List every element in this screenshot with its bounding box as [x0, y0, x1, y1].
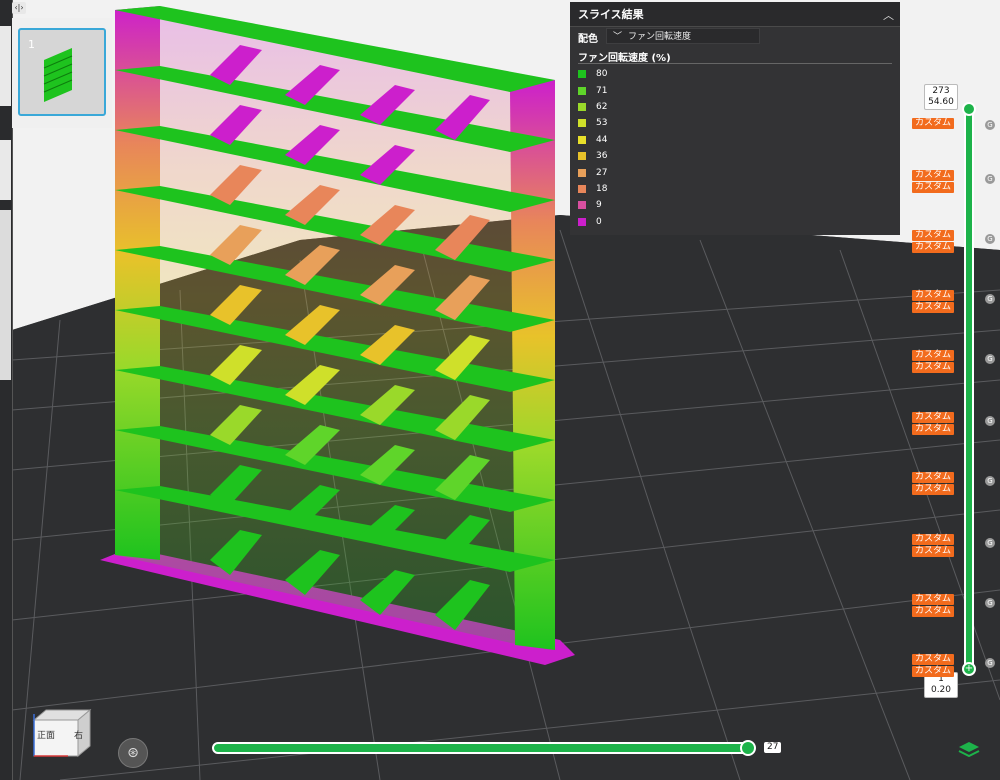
fan-speed-legend: 80 71 62 53 44 36 27 18 9 0	[578, 66, 607, 230]
legend-swatch	[578, 102, 586, 111]
legend-swatch	[578, 217, 586, 226]
legend-item: 62	[578, 99, 607, 115]
legend-item: 18	[578, 181, 607, 197]
gcode-badge-icon[interactable]: G	[985, 234, 995, 244]
camera-reset-icon[interactable]: ⊛	[118, 738, 148, 768]
layer-slider-bottom-handle[interactable]: +	[962, 662, 976, 676]
gcode-badge-icon[interactable]: G	[985, 416, 995, 426]
view-cube[interactable]: 正面 右	[28, 704, 96, 760]
color-scheme-label: 配色	[578, 34, 598, 45]
layer-slider-top-handle[interactable]	[962, 102, 976, 116]
bottom-layer-height: 0.20	[930, 685, 952, 695]
custom-gcode-tag[interactable]: カスタム	[912, 412, 955, 423]
legend-value: 36	[596, 151, 608, 162]
color-scheme-dropdown[interactable]: ﹀ ファン回転速度	[606, 28, 760, 44]
legend-value: 9	[596, 200, 602, 211]
legend-value: 80	[596, 69, 608, 80]
legend-swatch	[578, 70, 586, 79]
view-cube-front-label: 正面	[37, 731, 56, 741]
gcode-badge-icon[interactable]: G	[985, 174, 995, 184]
top-layer-number: 273	[932, 86, 950, 96]
custom-gcode-tag[interactable]: カスタム	[912, 290, 955, 301]
view-cube-right-label: 右	[74, 731, 84, 741]
custom-gcode-tag-group[interactable]: カスタム カスタム	[912, 594, 955, 617]
custom-gcode-tag-group[interactable]: カスタム カスタム	[912, 170, 955, 193]
move-slider-track[interactable]	[212, 742, 754, 754]
custom-gcode-tag-group[interactable]: カスタム カスタム	[912, 230, 955, 253]
legend-value: 62	[596, 101, 608, 112]
layers-icon[interactable]	[958, 740, 980, 760]
custom-gcode-tag[interactable]: カスタム	[912, 242, 955, 253]
custom-gcode-tag[interactable]: カスタム	[912, 534, 955, 545]
top-layer-readout: 273 54.60	[924, 84, 958, 110]
custom-gcode-tag[interactable]: カスタム	[912, 424, 955, 435]
custom-gcode-tag[interactable]: カスタム	[912, 118, 955, 129]
custom-gcode-tag[interactable]: カスタム	[912, 170, 955, 181]
legend-item: 36	[578, 148, 607, 164]
legend-divider	[578, 63, 892, 64]
panel-toggle-button[interactable]: ‹|›	[12, 2, 26, 14]
custom-gcode-tag-group[interactable]: カスタム カスタム	[912, 654, 955, 677]
model-left-pillar	[115, 6, 160, 560]
gcode-badge-icon[interactable]: G	[985, 294, 995, 304]
legend-title: ファン回転速度 (%)	[578, 53, 671, 64]
collapse-chevron-icon[interactable]: ︿	[883, 7, 894, 23]
plate-number: 1	[28, 38, 35, 51]
gcode-badge-icon[interactable]: G	[985, 658, 995, 668]
custom-gcode-tag-group[interactable]: カスタム カスタム	[912, 350, 955, 373]
legend-item: 27	[578, 164, 607, 180]
custom-gcode-tag-group[interactable]: カスタム カスタム	[912, 472, 955, 495]
layer-slider-track[interactable]	[964, 108, 974, 670]
custom-gcode-tag[interactable]: カスタム	[912, 666, 955, 677]
gcode-badge-icon[interactable]: G	[985, 476, 995, 486]
legend-item: 71	[578, 82, 607, 98]
legend-swatch	[578, 184, 586, 193]
legend-item: 0	[578, 214, 607, 230]
color-scheme-value: ファン回転速度	[628, 32, 692, 42]
move-slider-value: 27	[764, 742, 782, 753]
legend-item: 9	[578, 197, 607, 213]
top-layer-height: 54.60	[928, 97, 954, 107]
legend-swatch	[578, 135, 586, 144]
legend-item: 44	[578, 132, 607, 148]
legend-swatch	[578, 168, 586, 177]
custom-gcode-tag[interactable]: カスタム	[912, 182, 955, 193]
legend-value: 27	[596, 167, 608, 178]
chevron-down-icon: ﹀	[613, 32, 623, 42]
custom-gcode-tag[interactable]: カスタム	[912, 230, 955, 241]
slice-result-panel: スライス結果 ︿ 配色 ﹀ ファン回転速度 ファン回転速度 (%) 80 71 6…	[570, 2, 900, 235]
legend-value: 44	[596, 134, 608, 145]
move-slider-handle[interactable]	[740, 740, 756, 756]
legend-item: 80	[578, 66, 607, 82]
gcode-badge-icon[interactable]: G	[985, 120, 995, 130]
slice-result-title: スライス結果	[570, 2, 900, 27]
legend-swatch	[578, 119, 586, 128]
custom-gcode-tag[interactable]: カスタム	[912, 484, 955, 495]
legend-value: 18	[596, 183, 608, 194]
gcode-badge-icon[interactable]: G	[985, 354, 995, 364]
gcode-badge-icon[interactable]: G	[985, 538, 995, 548]
legend-swatch	[578, 152, 586, 161]
custom-gcode-tag[interactable]: カスタム	[912, 654, 955, 665]
legend-value: 53	[596, 118, 608, 129]
custom-gcode-tag-group[interactable]: カスタム	[912, 118, 955, 129]
custom-gcode-tag[interactable]: カスタム	[912, 472, 955, 483]
custom-gcode-tag[interactable]: カスタム	[912, 302, 955, 313]
custom-gcode-tag-group[interactable]: カスタム カスタム	[912, 534, 955, 557]
legend-value: 71	[596, 85, 608, 96]
legend-swatch	[578, 201, 586, 210]
custom-gcode-tag[interactable]: カスタム	[912, 362, 955, 373]
legend-item: 53	[578, 115, 607, 131]
gcode-badge-icon[interactable]: G	[985, 598, 995, 608]
custom-gcode-tag[interactable]: カスタム	[912, 350, 955, 361]
custom-gcode-tag[interactable]: カスタム	[912, 546, 955, 557]
legend-value: 0	[596, 216, 602, 227]
custom-gcode-tag[interactable]: カスタム	[912, 594, 955, 605]
custom-gcode-tag-group[interactable]: カスタム カスタム	[912, 412, 955, 435]
custom-gcode-tag[interactable]: カスタム	[912, 606, 955, 617]
legend-swatch	[578, 86, 586, 95]
custom-gcode-tag-group[interactable]: カスタム カスタム	[912, 290, 955, 313]
